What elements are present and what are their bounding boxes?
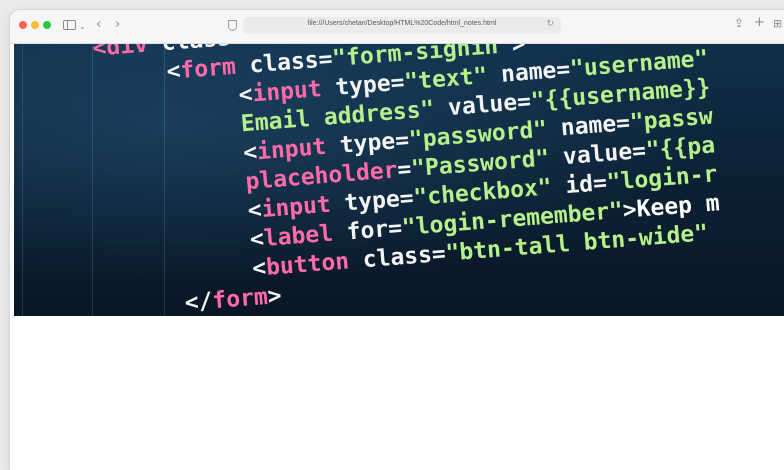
- code-token: name: [486, 57, 558, 89]
- code-token: "text": [403, 63, 489, 96]
- code-token: =": [230, 44, 260, 51]
- share-icon[interactable]: ⇪: [734, 17, 744, 29]
- code-token: name: [546, 111, 618, 143]
- page-content: <div class="for<form class="form-signin"…: [10, 44, 784, 470]
- code-token: input: [251, 76, 323, 108]
- code-token: class: [348, 241, 433, 275]
- code-token: input: [256, 133, 328, 166]
- code-line: </form>: [184, 282, 283, 316]
- editor-guide-line: [164, 44, 165, 316]
- code-token: button: [265, 248, 351, 281]
- editor-guide-line: [22, 44, 23, 316]
- code-token: "passw: [628, 103, 714, 136]
- code-token: div: [105, 44, 149, 61]
- close-window-button[interactable]: [19, 21, 27, 29]
- code-token: <: [91, 44, 108, 62]
- minimize-window-button[interactable]: [31, 21, 39, 29]
- plus-icon[interactable]: +: [754, 16, 765, 29]
- url-text[interactable]: file:///Users/chetan/Desktop/HTML%20Code…: [243, 20, 561, 27]
- hero-image: <div class="for<form class="form-signin"…: [14, 44, 784, 316]
- code-token: form: [211, 283, 269, 315]
- code-token: >: [266, 282, 283, 310]
- code-token: value: [548, 138, 634, 172]
- chevron-right-icon[interactable]: ›: [115, 18, 120, 31]
- code-token: Keep m: [635, 190, 721, 223]
- reload-icon[interactable]: ↻: [546, 19, 554, 29]
- code-token: form: [179, 53, 237, 84]
- code-token: class: [234, 47, 320, 80]
- code-token: type: [320, 70, 392, 102]
- editor-guide-line: [92, 44, 93, 316]
- browser-toolbar: ⌄ ‹ › file:///Users/chetan/Desktop/HTML%…: [10, 10, 784, 44]
- address-bar[interactable]: file:///Users/chetan/Desktop/HTML%20Code…: [243, 17, 561, 34]
- sidebar-icon[interactable]: [63, 20, 76, 30]
- code-token: type: [329, 186, 401, 218]
- code-token: "{{pa: [644, 132, 717, 164]
- browser-window: ⌄ ‹ › file:///Users/chetan/Desktop/HTML%…: [10, 10, 784, 470]
- code-token: label: [262, 220, 334, 252]
- fullscreen-window-button[interactable]: [43, 21, 51, 29]
- chevron-down-icon[interactable]: ⌄: [79, 21, 86, 32]
- shield-icon[interactable]: [228, 20, 237, 31]
- code-token: value: [433, 89, 519, 123]
- code-token: for: [331, 216, 390, 247]
- code-token: </: [183, 288, 214, 316]
- code-token: input: [260, 191, 332, 224]
- code-token: type: [325, 128, 397, 160]
- code-token: >: [510, 44, 527, 58]
- tab-overview-icon[interactable]: ⊞: [773, 18, 782, 29]
- chevron-left-icon[interactable]: ‹: [96, 18, 101, 31]
- code-token: id: [550, 171, 595, 201]
